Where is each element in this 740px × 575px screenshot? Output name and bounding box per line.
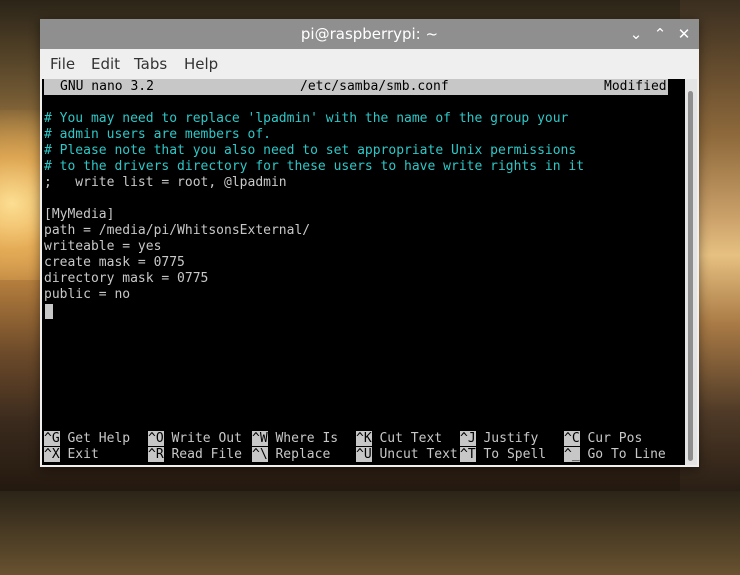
shortcut-label: Cur Pos: [587, 431, 643, 446]
minimize-icon[interactable]: ⌄: [626, 24, 646, 44]
nano-version: GNU nano 3.2: [60, 79, 154, 94]
shortcut-key[interactable]: ^T: [460, 447, 476, 462]
code-line: create mask = 0775: [44, 255, 185, 270]
shortcut-row-1: ^G Get Help ^O Write Out ^W Where Is ^K …: [44, 431, 642, 447]
maximize-icon[interactable]: ⌃: [650, 24, 670, 44]
shortcut-key[interactable]: ^U: [356, 447, 372, 462]
shortcut-label: Get Help: [67, 431, 131, 446]
menu-help[interactable]: Help: [184, 55, 218, 73]
shortcut-label: Uncut Text: [379, 447, 458, 462]
shortcut-key[interactable]: ^J: [460, 431, 476, 446]
menu-bar: File Edit Tabs Help: [40, 49, 699, 79]
menu-tabs[interactable]: Tabs: [134, 55, 167, 73]
shortcut-label: Replace: [275, 447, 331, 462]
code-line: ; write list = root, @lpadmin: [44, 175, 287, 190]
scrollbar-thumb[interactable]: [688, 91, 693, 461]
window-title: pi@raspberrypi: ~: [300, 25, 439, 43]
code-line: # to the drivers directory for these use…: [44, 159, 585, 174]
code-line: # admin users are members of.: [44, 127, 271, 142]
title-bar[interactable]: pi@raspberrypi: ~ ⌄ ⌃ ✕: [40, 19, 699, 49]
shortcut-key[interactable]: ^_: [564, 447, 580, 462]
close-icon[interactable]: ✕: [674, 24, 694, 44]
shortcut-key[interactable]: ^R: [148, 447, 164, 462]
shortcut-key[interactable]: ^X: [44, 447, 60, 462]
nano-filename: /etc/samba/smb.conf: [300, 79, 449, 94]
shortcut-label: Justify: [483, 431, 539, 446]
code-line: public = no: [44, 287, 131, 302]
shortcut-key[interactable]: ^\: [252, 447, 268, 462]
text-cursor: [45, 304, 53, 319]
menu-file[interactable]: File: [50, 55, 75, 73]
code-line: writeable = yes: [44, 239, 162, 254]
code-line: directory mask = 0775: [44, 271, 209, 286]
shortcut-label: Cut Text: [379, 431, 443, 446]
terminal-area[interactable]: GNU nano 3.2 /etc/samba/smb.conf Modifie…: [42, 79, 685, 465]
menu-edit[interactable]: Edit: [91, 55, 120, 73]
shortcut-row-2: ^X Exit ^R Read File ^\ Replace ^U Uncut…: [44, 447, 666, 463]
code-line: # Please note that you also need to set …: [44, 143, 577, 158]
shortcut-key[interactable]: ^O: [148, 431, 164, 446]
terminal-window: pi@raspberrypi: ~ ⌄ ⌃ ✕ File Edit Tabs H…: [40, 19, 699, 467]
shortcut-key[interactable]: ^G: [44, 431, 60, 446]
shortcut-label: Write Out: [171, 431, 242, 446]
nano-status: Modified: [604, 79, 667, 94]
shortcut-key[interactable]: ^C: [564, 431, 580, 446]
terminal-scrollbar[interactable]: [685, 79, 697, 465]
shortcut-label: Read File: [171, 447, 242, 462]
code-line: # You may need to replace 'lpadmin' with…: [44, 111, 569, 126]
code-line: path = /media/pi/WhitsonsExternal/: [44, 223, 311, 238]
shortcut-label: Where Is: [275, 431, 339, 446]
shortcut-label: Go To Line: [587, 447, 666, 462]
shortcut-label: Exit: [67, 447, 99, 462]
code-line: [MyMedia]: [44, 207, 115, 222]
nano-header: GNU nano 3.2 /etc/samba/smb.conf Modifie…: [44, 79, 668, 95]
shortcut-key[interactable]: ^K: [356, 431, 372, 446]
shortcut-key[interactable]: ^W: [252, 431, 268, 446]
shortcut-label: To Spell: [483, 447, 547, 462]
